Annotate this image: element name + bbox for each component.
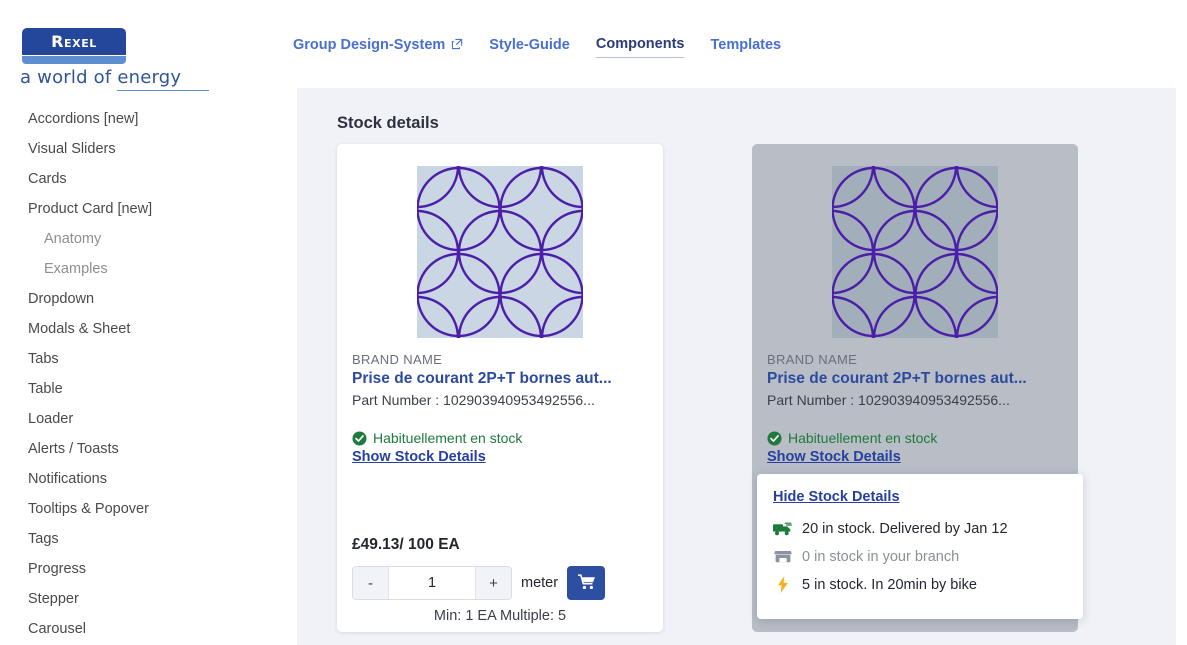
quantity-unit-label: meter (521, 575, 559, 591)
brand-tagline: a world of energy (20, 67, 210, 91)
product-name[interactable]: Prise de courant 2P+T bornes aut... (352, 369, 648, 389)
top-navigation: Group Design-System Style-Guide Componen… (293, 36, 781, 58)
sidebar-item-examples[interactable]: Examples (0, 254, 297, 284)
quantity-increment-button[interactable]: + (475, 567, 511, 599)
external-link-icon (451, 38, 463, 50)
quantity-stepper[interactable]: - + (352, 566, 512, 600)
lightning-bolt-icon (773, 576, 792, 593)
sidebar-item-alerts-toasts[interactable]: Alerts / Toasts (0, 434, 297, 464)
left-rail: Rexel a world of energy Accordions [new]… (0, 0, 297, 645)
product-image-placeholder (417, 166, 583, 338)
product-card-body: BRAND NAME Prise de courant 2P+T bornes … (352, 352, 648, 465)
logo-wordmark: Rexel (51, 32, 97, 51)
stock-status-label-dimmed: Habituellement en stock (788, 430, 938, 446)
check-circle-icon (352, 431, 367, 446)
store-icon (773, 548, 792, 565)
sidebar-item-tooltips-popover[interactable]: Tooltips & Popover (0, 494, 297, 524)
sidebar-item-table[interactable]: Table (0, 374, 297, 404)
show-stock-details-link-dimmed[interactable]: Show Stock Details (767, 449, 901, 465)
tab-templates[interactable]: Templates (710, 37, 781, 58)
sidebar-item-loader[interactable]: Loader (0, 404, 297, 434)
stock-details-popover: Hide Stock Details 20 in stock. Delivere… (757, 474, 1083, 619)
sidebar-item-product-card[interactable]: Product Card [new] (0, 194, 297, 224)
stock-row-delivery: 20 in stock. Delivered by Jan 12 (773, 520, 1067, 537)
stock-status: Habituellement en stock (352, 430, 648, 446)
stock-rows: 20 in stock. Delivered by Jan 12 0 in st… (773, 520, 1067, 593)
part-number-dimmed: Part Number : 102903940953492556... (767, 392, 1010, 408)
product-card[interactable]: BRAND NAME Prise de courant 2P+T bornes … (337, 144, 663, 632)
product-price: £49.13/ 100 EA (352, 536, 460, 553)
sidebar-item-accordions[interactable]: Accordions [new] (0, 104, 297, 134)
tab-components[interactable]: Components (595, 36, 685, 58)
sidebar-nav: Accordions [new] Visual Sliders Cards Pr… (0, 104, 297, 644)
sidebar-item-cards[interactable]: Cards (0, 164, 297, 194)
purchase-row: - + meter (352, 566, 606, 600)
sidebar-item-progress[interactable]: Progress (0, 554, 297, 584)
product-image-placeholder-dimmed (832, 166, 998, 338)
sidebar-item-dropdown[interactable]: Dropdown (0, 284, 297, 314)
add-to-cart-button[interactable] (567, 566, 606, 600)
sidebar-item-stepper[interactable]: Stepper (0, 584, 297, 614)
stock-status-dimmed: Habituellement en stock (767, 430, 1063, 446)
brand-name-dimmed: BRAND NAME (767, 352, 858, 367)
sidebar-item-tabs[interactable]: Tabs (0, 344, 297, 374)
sidebar-item-tags[interactable]: Tags (0, 524, 297, 554)
page-title: Stock details (337, 114, 439, 132)
stock-row-branch-text: 0 in stock in your branch (802, 548, 960, 565)
sidebar-item-visual-sliders[interactable]: Visual Sliders (0, 134, 297, 164)
stock-row-delivery-text: 20 in stock. Delivered by Jan 12 (802, 520, 1008, 537)
product-card-body-dimmed: BRAND NAME Prise de courant 2P+T bornes … (767, 352, 1063, 465)
sidebar-item-anatomy[interactable]: Anatomy (0, 224, 297, 254)
sidebar-item-notifications[interactable]: Notifications (0, 464, 297, 494)
min-multiple-note: Min: 1 EA Multiple: 5 (433, 608, 567, 624)
quantity-input[interactable] (389, 567, 475, 599)
stock-status-label: Habituellement en stock (373, 430, 523, 446)
logo-accent-bar (22, 56, 126, 64)
show-stock-details-link[interactable]: Show Stock Details (352, 449, 486, 465)
stock-row-branch: 0 in stock in your branch (773, 548, 1067, 565)
delivery-truck-icon (773, 520, 792, 537)
app-root: Rexel a world of energy Accordions [new]… (0, 0, 1187, 645)
hide-stock-details-link[interactable]: Hide Stock Details (773, 489, 900, 505)
tab-group-design-system-label: Group Design-System (293, 36, 446, 53)
part-number: Part Number : 102903940953492556... (352, 392, 595, 408)
tagline-prefix: a world of (20, 67, 118, 88)
sidebar-item-modals-sheet[interactable]: Modals & Sheet (0, 314, 297, 344)
stock-row-bike-text: 5 in stock. In 20min by bike (802, 576, 977, 593)
rexel-logo[interactable]: Rexel (22, 28, 126, 64)
product-name-dimmed[interactable]: Prise de courant 2P+T bornes aut... (767, 369, 1063, 389)
check-circle-icon (767, 431, 782, 446)
shopping-cart-icon (576, 573, 595, 593)
stock-row-bike: 5 in stock. In 20min by bike (773, 576, 1067, 593)
sidebar-item-carousel[interactable]: Carousel (0, 614, 297, 644)
tab-style-guide[interactable]: Style-Guide (489, 37, 570, 58)
quantity-decrement-button[interactable]: - (353, 567, 389, 599)
tab-group-design-system[interactable]: Group Design-System (293, 37, 463, 58)
tagline-energy: energy (117, 67, 210, 91)
logo-badge: Rexel (22, 28, 126, 55)
brand-name: BRAND NAME (352, 352, 443, 367)
